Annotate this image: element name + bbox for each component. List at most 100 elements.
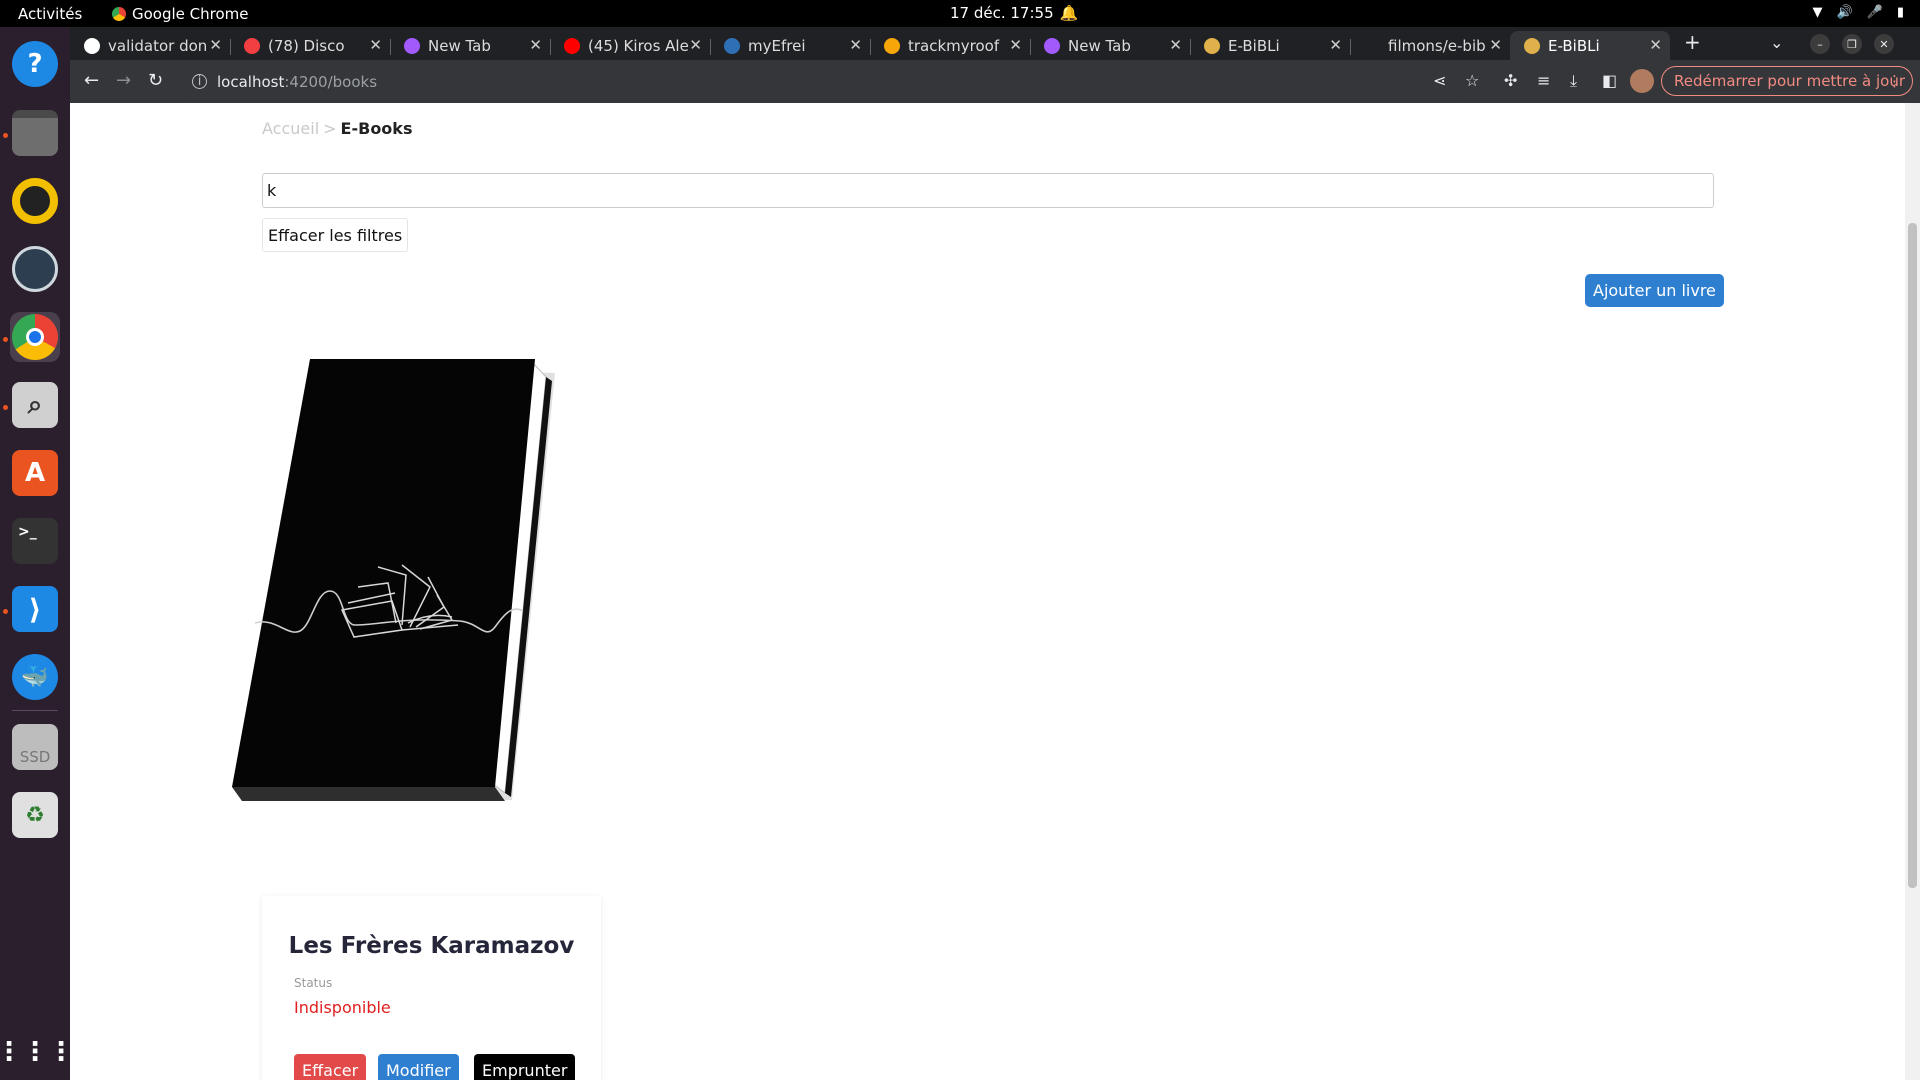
search-app-icon: ⌕: [12, 382, 58, 428]
delete-book-button[interactable]: Effacer: [294, 1054, 367, 1080]
reading-list-icon[interactable]: ≡: [1537, 71, 1550, 90]
discord-icon: [244, 37, 260, 54]
dock-help[interactable]: ?: [10, 39, 60, 89]
docker-icon: 🐳: [12, 654, 58, 700]
terminal-icon: >_: [12, 518, 58, 564]
dock-search[interactable]: ⌕: [10, 380, 60, 430]
browser-tab[interactable]: validator don ✕: [70, 31, 230, 60]
dock-files[interactable]: [10, 108, 60, 158]
edit-book-button[interactable]: Modifier: [378, 1054, 459, 1080]
book-cover[interactable]: [230, 355, 570, 900]
book-card: Les Frères Karamazov Status Indisponible…: [262, 896, 601, 1080]
running-indicator: [3, 405, 8, 410]
minimize-icon[interactable]: –: [1810, 34, 1830, 54]
newtab-icon: [404, 37, 420, 54]
add-book-button[interactable]: Ajouter un livre: [1585, 274, 1724, 307]
dock-terminal[interactable]: >_: [10, 516, 60, 566]
ebibli-icon: [1204, 37, 1220, 54]
tab-close-icon[interactable]: ✕: [1009, 36, 1022, 54]
tab-close-icon[interactable]: ✕: [1169, 36, 1182, 54]
tab-close-icon[interactable]: ✕: [529, 36, 542, 54]
book-title: Les Frères Karamazov: [288, 933, 575, 959]
browser-tab[interactable]: (45) Kiros Ale ✕: [550, 31, 710, 60]
activities-button[interactable]: Activités: [18, 5, 82, 23]
app-menu[interactable]: Google Chrome: [112, 5, 249, 23]
clear-filters-button[interactable]: Effacer les filtres: [262, 218, 409, 252]
forward-icon[interactable]: →: [116, 70, 131, 91]
tab-close-icon[interactable]: ✕: [689, 36, 702, 54]
browser-tab[interactable]: myEfrei ✕: [710, 31, 870, 60]
dock-stacer[interactable]: [10, 244, 60, 294]
side-panel-icon[interactable]: ◧: [1602, 71, 1617, 90]
system-tray[interactable]: ▼ 🔊 🎤 ▮: [1812, 5, 1904, 20]
stacer-icon: [12, 246, 58, 292]
share-icon[interactable]: ⋖: [1433, 71, 1446, 90]
borrow-book-button[interactable]: Emprunter: [474, 1054, 576, 1080]
browser-tab[interactable]: New Tab ✕: [1030, 31, 1190, 60]
dock-vscode[interactable]: ⟩: [10, 584, 60, 634]
new-tab-icon[interactable]: +: [1684, 30, 1701, 54]
chrome-small-icon: [112, 7, 126, 21]
maximize-icon[interactable]: ❐: [1842, 34, 1862, 54]
scrollbar-thumb[interactable]: [1908, 223, 1917, 888]
tab-close-icon[interactable]: ✕: [1649, 36, 1662, 54]
page-scrollbar[interactable]: [1905, 103, 1920, 1080]
clock[interactable]: 17 déc. 17:55 🔔: [950, 4, 1078, 22]
site-info-icon[interactable]: i: [192, 74, 207, 89]
browser-tab[interactable]: (78) Disco ✕: [230, 31, 390, 60]
app-name-label: Google Chrome: [132, 5, 249, 23]
rhythmbox-icon: [12, 178, 58, 224]
ssd-drive-icon: SSD: [12, 724, 58, 770]
profile-avatar[interactable]: [1630, 69, 1654, 93]
dock-ssd[interactable]: SSD: [10, 722, 60, 772]
tab-close-icon[interactable]: ✕: [369, 36, 382, 54]
tab-close-icon[interactable]: ✕: [1489, 36, 1502, 54]
tab-close-icon[interactable]: ✕: [1329, 36, 1342, 54]
dock-app-center[interactable]: A: [10, 448, 60, 498]
browser-tab[interactable]: E-BiBLi ✕: [1190, 31, 1350, 60]
github-icon: [84, 37, 100, 54]
tab-search-icon[interactable]: ⌄: [1770, 33, 1783, 52]
dock-rhythmbox[interactable]: [10, 176, 60, 226]
vscode-icon: ⟩: [12, 586, 58, 632]
dock: ? ⌕ A >_ ⟩ 🐳 SSD ♻ ⋮⋮⋮: [0, 27, 74, 1080]
browser-tab[interactable]: filmons/e-bib ✕: [1350, 31, 1510, 60]
browser-tab[interactable]: E-BiBLi ✕: [1510, 31, 1670, 60]
status-value: Indisponible: [294, 998, 391, 1017]
extensions-icon[interactable]: ✣: [1504, 71, 1517, 90]
github-icon: [1364, 37, 1380, 54]
trash-icon: ♻: [12, 792, 58, 838]
microphone-icon: 🎤: [1866, 5, 1883, 20]
system-top-bar: Activités Google Chrome 17 déc. 17:55 🔔 …: [0, 0, 1920, 27]
url-host: localhost: [217, 72, 285, 91]
tab-close-icon[interactable]: ✕: [209, 36, 222, 54]
chrome-icon: [12, 314, 58, 360]
volume-icon: 🔊: [1836, 5, 1853, 20]
breadcrumb-home-link[interactable]: Accueil: [262, 119, 319, 138]
running-indicator: [3, 337, 8, 342]
page-viewport: Accueil>E-Books Effacer les filtres Ajou…: [70, 103, 1920, 1080]
restart-to-update-button[interactable]: Redémarrer pour mettre à jour ⋮: [1661, 66, 1913, 96]
search-input[interactable]: [262, 173, 1714, 208]
dock-docker[interactable]: 🐳: [10, 652, 60, 702]
tab-strip: validator don ✕ (78) Disco ✕ New Tab ✕ (45) Ki…: [70, 27, 1920, 60]
address-bar[interactable]: i localhost:4200/books: [178, 66, 1468, 97]
newtab-icon: [1044, 37, 1060, 54]
bookmark-star-icon[interactable]: ☆: [1465, 71, 1479, 90]
download-icon[interactable]: ⤓: [1570, 71, 1577, 91]
clock-label: 17 déc. 17:55: [950, 4, 1054, 22]
reload-icon[interactable]: ↻: [148, 70, 163, 91]
dock-show-apps[interactable]: ⋮⋮⋮: [0, 1027, 74, 1077]
dock-chrome[interactable]: [10, 312, 60, 362]
dock-trash[interactable]: ♻: [10, 790, 60, 840]
ssd-label: SSD: [19, 748, 51, 766]
dock-separator: [12, 710, 58, 711]
browser-tab[interactable]: trackmyroof ✕: [870, 31, 1030, 60]
wifi-icon: ▼: [1812, 5, 1823, 20]
app-center-icon: A: [12, 450, 58, 496]
tab-close-icon[interactable]: ✕: [849, 36, 862, 54]
chrome-menu-icon[interactable]: ⋮: [1887, 72, 1902, 90]
back-icon[interactable]: ←: [84, 70, 99, 91]
close-window-icon[interactable]: ✕: [1874, 34, 1894, 54]
browser-tab[interactable]: New Tab ✕: [390, 31, 550, 60]
